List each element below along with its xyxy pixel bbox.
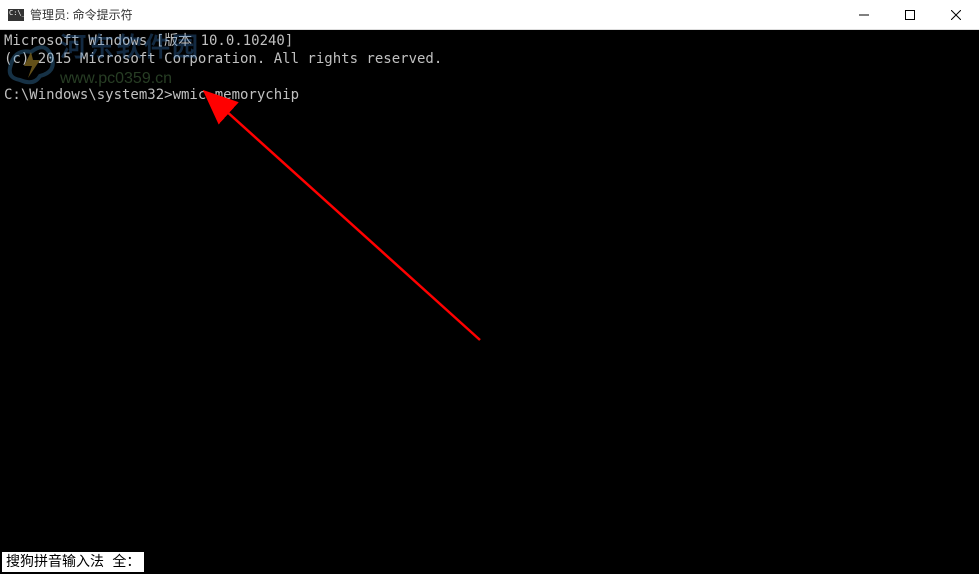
window-title: 管理员: 命令提示符 [30, 6, 133, 23]
prompt-path: C:\Windows\system32> [4, 87, 173, 103]
close-button[interactable] [933, 0, 979, 30]
annotation-arrow-icon [0, 30, 979, 574]
terminal-area[interactable]: Microsoft Windows [版本 10.0.10240] (c) 20… [0, 30, 979, 574]
terminal-line-copyright: (c) 2015 Microsoft Corporation. All righ… [4, 50, 975, 68]
maximize-button[interactable] [887, 0, 933, 30]
ime-text: 搜狗拼音输入法 全： [6, 554, 140, 570]
window-titlebar: 管理员: 命令提示符 [0, 0, 979, 30]
typed-command: wmic memorychip [173, 87, 299, 103]
ime-status-bar: 搜狗拼音输入法 全： [2, 552, 144, 572]
terminal-prompt-line: C:\Windows\system32>wmic memorychip [4, 86, 975, 104]
window-controls [841, 0, 979, 30]
minimize-button[interactable] [841, 0, 887, 30]
cmd-icon [8, 9, 24, 21]
terminal-blank [4, 68, 975, 86]
terminal-line-version: Microsoft Windows [版本 10.0.10240] [4, 32, 975, 50]
